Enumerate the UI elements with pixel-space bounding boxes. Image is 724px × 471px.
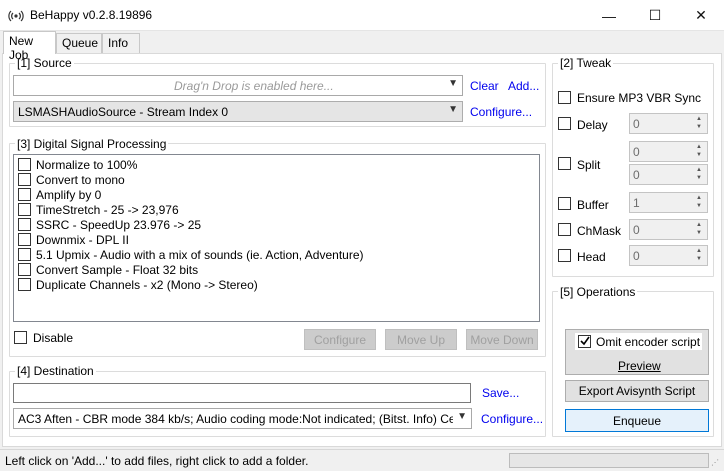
list-item[interactable]: SSRC - SpeedUp 23.976 -> 25	[18, 217, 201, 232]
source-reader-value: LSMASHAudioSource - Stream Index 0	[18, 105, 229, 119]
buffer-label: Buffer	[577, 198, 609, 212]
head-label: Head	[577, 250, 606, 264]
clear-link[interactable]: Clear	[470, 79, 499, 93]
omit-encoder-label: Omit encoder script	[596, 334, 701, 349]
split-end-stepper[interactable]: 0 ▲ ▼	[629, 164, 708, 185]
spin-arrows-icon[interactable]: ▲ ▼	[692, 194, 706, 211]
head-checkbox[interactable]	[558, 249, 571, 262]
dsp-configure-button[interactable]: Configure	[304, 329, 376, 350]
split-start-stepper[interactable]: 0 ▲ ▼	[629, 141, 708, 162]
enqueue-button[interactable]: Enqueue	[565, 409, 709, 432]
title-bar[interactable]: BeHappy v0.2.8.19896 — ☐ ✕	[0, 0, 724, 31]
buffer-stepper[interactable]: 1 ▲ ▼	[629, 192, 708, 213]
ensure-vbr-checkbox[interactable]	[558, 91, 571, 104]
status-progress-bar	[509, 453, 709, 468]
dsp-checkbox[interactable]	[18, 263, 31, 276]
dsp-group-title: [3] Digital Signal Processing	[15, 137, 169, 151]
delay-label: Delay	[577, 118, 608, 132]
delay-stepper[interactable]: 0 ▲ ▼	[629, 113, 708, 134]
minimize-button[interactable]: —	[586, 0, 632, 31]
chmask-checkbox[interactable]	[558, 223, 571, 236]
app-signal-icon	[8, 9, 24, 23]
dsp-checkbox[interactable]	[18, 188, 31, 201]
source-file-combo[interactable]: Drag'n Drop is enabled here... ▼	[13, 75, 463, 96]
list-item[interactable]: Convert Sample - Float 32 bits	[18, 262, 198, 277]
chmask-stepper[interactable]: 0 ▲ ▼	[629, 219, 708, 240]
dsp-checkbox[interactable]	[18, 248, 31, 261]
preview-button[interactable]: Omit encoder script Preview	[565, 329, 709, 375]
dsp-checkbox[interactable]	[18, 203, 31, 216]
add-link[interactable]: Add...	[508, 79, 539, 93]
destination-configure-link[interactable]: Configure...	[481, 412, 543, 426]
list-item[interactable]: Convert to mono	[18, 172, 125, 187]
resize-grip-icon[interactable]: ⋰	[711, 458, 719, 467]
source-configure-link[interactable]: Configure...	[470, 105, 532, 119]
tab-info[interactable]: Info	[102, 33, 140, 53]
list-item[interactable]: 5.1 Upmix - Audio with a mix of sounds (…	[18, 247, 364, 262]
list-item[interactable]: Downmix - DPL II	[18, 232, 129, 247]
dsp-checkbox[interactable]	[18, 278, 31, 291]
tab-queue[interactable]: Queue	[56, 33, 102, 53]
chevron-down-icon: ▼	[448, 104, 458, 115]
maximize-button[interactable]: ☐	[632, 0, 678, 31]
head-stepper[interactable]: 0 ▲ ▼	[629, 245, 708, 266]
move-up-button[interactable]: Move Up	[385, 329, 457, 350]
tweak-group-title: [2] Tweak	[558, 56, 614, 70]
export-avisynth-button[interactable]: Export Avisynth Script	[565, 380, 709, 402]
dsp-checkbox[interactable]	[18, 233, 31, 246]
list-item[interactable]: TimeStretch - 25 -> 23,976	[18, 202, 179, 217]
list-item[interactable]: Amplify by 0	[18, 187, 101, 202]
encoder-value: AC3 Aften - CBR mode 384 kb/s; Audio cod…	[18, 412, 453, 426]
dsp-checkbox[interactable]	[18, 158, 31, 171]
chevron-down-icon: ▼	[448, 78, 458, 89]
omit-encoder-row[interactable]: Omit encoder script	[575, 333, 702, 350]
disable-checkbox[interactable]	[14, 331, 27, 344]
window-title: BeHappy v0.2.8.19896	[30, 8, 153, 22]
source-drop-hint: Drag'n Drop is enabled here...	[174, 79, 334, 93]
chevron-down-icon: ▼	[457, 411, 467, 422]
list-item[interactable]: Duplicate Channels - x2 (Mono -> Stereo)	[18, 277, 258, 292]
ensure-vbr-label: Ensure MP3 VBR Sync	[577, 91, 702, 105]
save-link[interactable]: Save...	[482, 386, 519, 400]
split-label: Split	[577, 158, 601, 172]
spin-arrows-icon[interactable]: ▲ ▼	[692, 221, 706, 238]
buffer-checkbox[interactable]	[558, 197, 571, 210]
spin-arrows-icon[interactable]: ▲ ▼	[692, 247, 706, 264]
tab-new-job[interactable]: New Job	[3, 31, 56, 62]
omit-encoder-checkbox[interactable]	[578, 335, 591, 348]
disable-label: Disable	[33, 331, 74, 345]
list-item[interactable]: Normalize to 100%	[18, 157, 137, 172]
close-button[interactable]: ✕	[678, 0, 724, 31]
source-reader-combo[interactable]: LSMASHAudioSource - Stream Index 0 ▼	[13, 101, 463, 122]
destination-group-title: [4] Destination	[15, 364, 96, 378]
dsp-list[interactable]: Normalize to 100% Convert to mono Amplif…	[13, 154, 540, 322]
dsp-checkbox[interactable]	[18, 173, 31, 186]
status-text: Left click on 'Add...' to add files, rig…	[5, 454, 309, 468]
spin-arrows-icon[interactable]: ▲ ▼	[692, 166, 706, 183]
operations-group-title: [5] Operations	[558, 285, 638, 299]
delay-checkbox[interactable]	[558, 117, 571, 130]
dsp-checkbox[interactable]	[18, 218, 31, 231]
destination-path-input[interactable]	[13, 383, 471, 403]
move-down-button[interactable]: Move Down	[466, 329, 538, 350]
status-bar: Left click on 'Add...' to add files, rig…	[0, 449, 724, 471]
checkmark-icon	[580, 336, 590, 346]
preview-label: Preview	[618, 359, 661, 373]
split-checkbox[interactable]	[558, 157, 571, 170]
spin-arrows-icon[interactable]: ▲ ▼	[692, 143, 706, 160]
spin-arrows-icon[interactable]: ▲ ▼	[692, 115, 706, 132]
encoder-combo[interactable]: AC3 Aften - CBR mode 384 kb/s; Audio cod…	[13, 408, 472, 429]
chmask-label: ChMask	[577, 224, 622, 238]
